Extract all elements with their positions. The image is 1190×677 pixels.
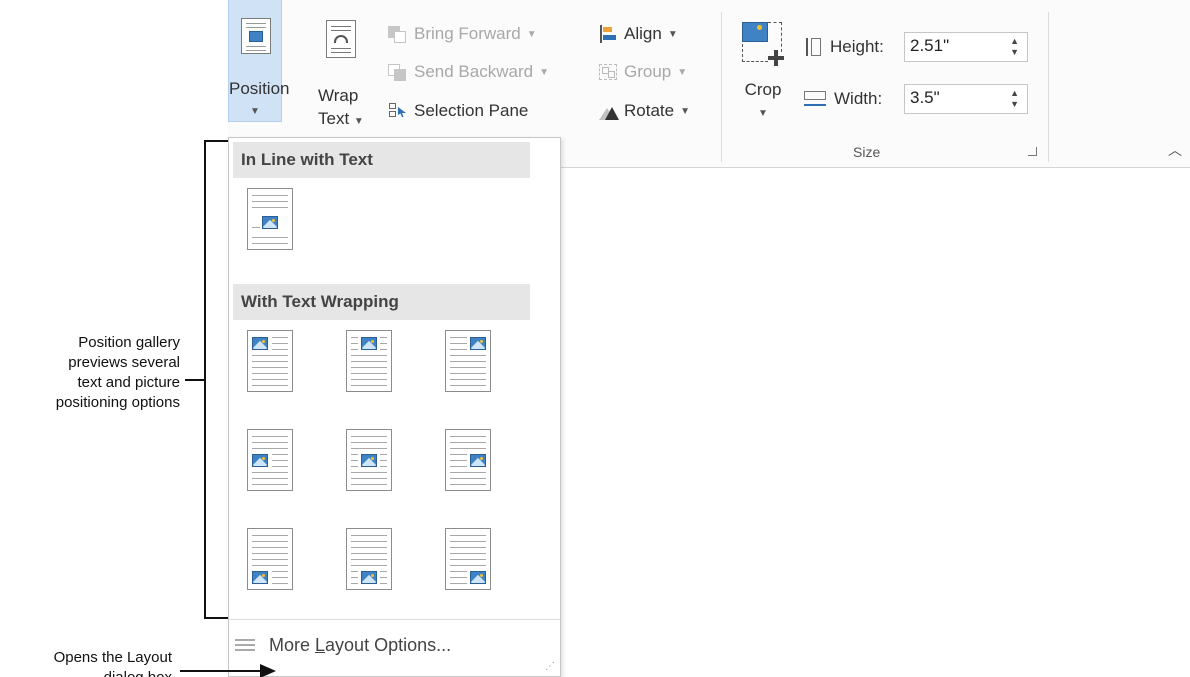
picture-icon [470, 337, 486, 350]
position-gallery: In Line with Text With Text Wrapping Mor… [228, 137, 561, 677]
position-label: Position [229, 79, 290, 98]
wrap-text-label-1: Wrap [318, 86, 359, 105]
more-layout-prefix: More [269, 634, 316, 655]
dialog-arrow-line [180, 670, 262, 672]
gallery-annotation-line-3: text and picture [77, 374, 180, 391]
gallery-bracket-leader [185, 379, 205, 381]
selection-pane-button[interactable]: Selection Pane [388, 97, 528, 125]
word-window: Position ▼ Wrap Text ▼ Bring Forward ▼ S… [228, 0, 1190, 677]
bring-forward-button[interactable]: Bring Forward ▼ [388, 20, 537, 48]
bring-forward-caret-icon: ▼ [526, 28, 537, 40]
rotate-button[interactable]: Rotate ▼ [598, 97, 690, 125]
more-layout-options-button[interactable]: More Layout Options... [235, 631, 451, 659]
crop-caret-icon: ▼ [758, 108, 768, 119]
align-label: Align [624, 24, 662, 43]
position-bottom-center-option[interactable] [346, 528, 392, 590]
wrap-text-caret-icon: ▼ [353, 116, 364, 127]
crop-button[interactable]: Crop ▼ [736, 0, 790, 130]
picture-icon [252, 337, 268, 350]
width-value: 3.5" [910, 88, 940, 107]
dialog-annotation-line-2: dialog box [0, 668, 172, 677]
align-icon [598, 24, 618, 44]
dialog-annotation: Opens the Layout dialog box [0, 648, 172, 677]
position-bottom-right-option[interactable] [445, 528, 491, 590]
picture-icon [262, 216, 278, 229]
position-middle-right-option[interactable] [445, 429, 491, 491]
rotate-caret-icon: ▼ [680, 105, 690, 117]
wrap-text-label-2-text: Text [318, 109, 350, 128]
gallery-annotation-line-2: previews several [68, 354, 180, 371]
group-caret-icon: ▼ [677, 66, 688, 78]
wrap-text-label-2: Text ▼ [318, 109, 370, 132]
selection-pane-label: Selection Pane [414, 101, 529, 120]
width-icon [804, 89, 828, 109]
size-group-label: Size [853, 144, 881, 160]
group-label: Group [624, 62, 672, 81]
send-backward-caret-icon: ▼ [539, 66, 549, 78]
more-options-separator [229, 619, 560, 620]
group-button[interactable]: Group ▼ [598, 58, 687, 86]
gallery-bracket-top [204, 140, 228, 142]
position-button[interactable]: Position ▼ [228, 0, 290, 122]
width-label: Width: [834, 89, 883, 108]
selection-pane-icon [388, 101, 408, 121]
position-middle-left-option[interactable] [247, 429, 293, 491]
height-row: Height: [804, 33, 884, 61]
height-label: Height: [830, 37, 884, 56]
resize-grip-icon[interactable]: ⋰ [545, 661, 555, 672]
gallery-header-inline: In Line with Text [233, 142, 530, 178]
picture-icon [252, 454, 268, 467]
position-top-right-option[interactable] [445, 330, 491, 392]
position-top-left-option[interactable] [247, 330, 293, 392]
position-middle-center-option[interactable] [346, 429, 392, 491]
height-spinner[interactable]: ▲ ▼ [1010, 36, 1019, 58]
gallery-annotation-line-4: positioning options [55, 394, 180, 411]
width-row: Width: [804, 85, 882, 113]
gallery-annotation-line-1: Position gallery [78, 334, 180, 351]
inline-with-text-option[interactable] [247, 188, 293, 250]
align-caret-icon: ▼ [667, 28, 678, 40]
size-dialog-launcher-icon[interactable] [1028, 147, 1037, 156]
crop-icon [740, 20, 786, 68]
rotate-label: Rotate [624, 101, 675, 120]
picture-icon [361, 454, 377, 467]
send-backward-button[interactable]: Send Backward ▼ [388, 58, 549, 86]
more-layout-options-label: More Layout Options... [269, 635, 451, 656]
gallery-header-wrapping: With Text Wrapping [233, 284, 530, 320]
crop-label: Crop [744, 80, 782, 99]
align-button[interactable]: Align ▼ [598, 20, 678, 48]
position-icon [241, 18, 271, 54]
height-icon [804, 37, 824, 57]
dialog-arrow-head-icon [260, 664, 276, 677]
more-layout-suffix: ayout Options... [325, 634, 452, 655]
position-bottom-left-option[interactable] [247, 528, 293, 590]
picture-icon [361, 337, 377, 350]
rotate-icon [598, 101, 619, 121]
wrap-text-icon [326, 20, 356, 58]
send-backward-icon [388, 62, 408, 82]
more-layout-hotkey: L [315, 634, 326, 655]
position-caret-icon: ▼ [250, 106, 260, 117]
bring-forward-icon [388, 24, 408, 44]
wrap-text-button[interactable]: Wrap Text ▼ [288, 0, 364, 130]
arrange-size-separator [721, 12, 722, 162]
send-backward-label: Send Backward [414, 62, 534, 81]
height-input[interactable]: 2.51" ▲ ▼ [904, 32, 1028, 62]
width-input[interactable]: 3.5" ▲ ▼ [904, 84, 1028, 114]
dialog-annotation-line-1: Opens the Layout [53, 649, 172, 666]
size-end-separator [1048, 12, 1049, 162]
width-spinner[interactable]: ▲ ▼ [1010, 88, 1019, 110]
layout-options-icon [235, 636, 257, 654]
picture-icon [252, 571, 268, 584]
bring-forward-label: Bring Forward [414, 24, 521, 43]
gallery-annotation: Position gallery previews several text a… [0, 333, 180, 413]
gallery-bracket-bottom [204, 617, 228, 619]
picture-icon [361, 571, 377, 584]
picture-icon [470, 571, 486, 584]
collapse-ribbon-chevron-up-icon[interactable]: ︿ [1168, 140, 1182, 160]
height-value: 2.51" [910, 36, 950, 55]
position-top-center-option[interactable] [346, 330, 392, 392]
picture-icon [470, 454, 486, 467]
group-icon [598, 62, 618, 82]
